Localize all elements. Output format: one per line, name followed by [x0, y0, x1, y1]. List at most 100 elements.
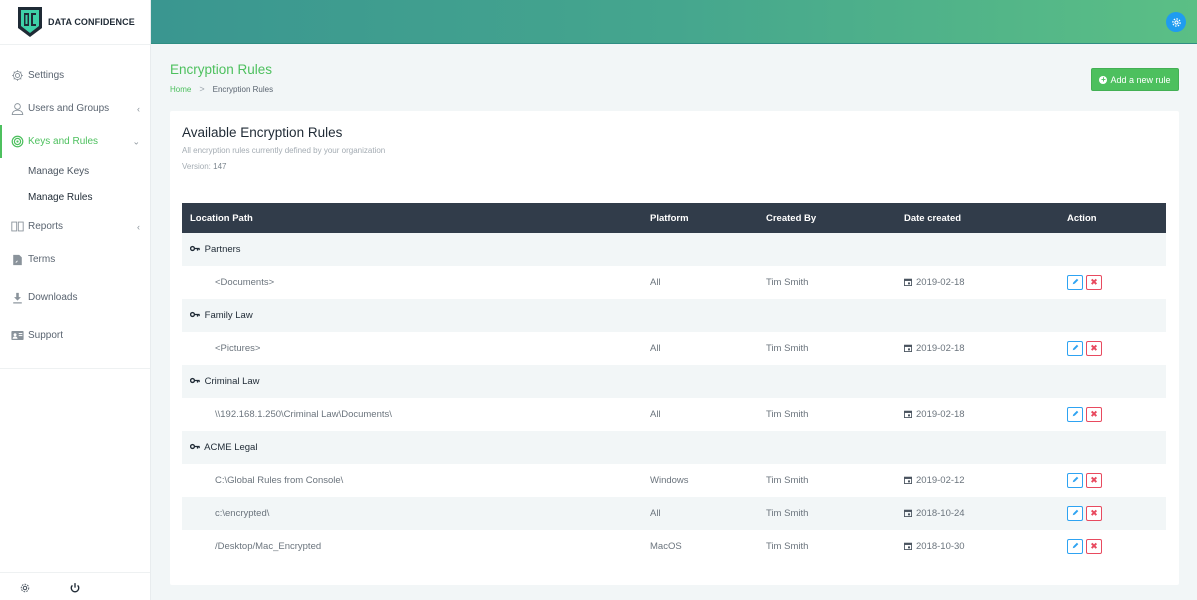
group-cell: ACME Legal: [182, 431, 1166, 464]
cell-platform: All: [650, 508, 661, 519]
gear-icon: [11, 69, 24, 82]
edit-rule-button[interactable]: [1067, 275, 1083, 290]
version-info: Version: 147: [182, 162, 227, 171]
table-row: c:\encrypted\ All Tim Smith 2018-10-24 ✖: [182, 497, 1166, 530]
cell-created-by: Tim Smith: [766, 508, 809, 519]
footer-logout-button[interactable]: [68, 581, 82, 595]
settings-button[interactable]: [1166, 12, 1186, 32]
add-rule-button[interactable]: + Add a new rule: [1091, 68, 1179, 91]
delete-rule-button[interactable]: ✖: [1086, 275, 1102, 290]
sidebar-item-support[interactable]: Support: [0, 319, 150, 352]
pencil-icon: [1072, 409, 1079, 420]
table-row: /Desktop/Mac_Encrypted MacOS Tim Smith 2…: [182, 530, 1166, 563]
column-header-platform[interactable]: Platform: [642, 203, 758, 233]
rules-table-body: Partners <Documents> All Tim Smith 2019-…: [182, 233, 1166, 563]
group-row: Family Law: [182, 299, 1166, 332]
key-icon: [189, 442, 200, 453]
sidebar-item-keys-and-rules[interactable]: Keys and Rules ⌄: [0, 125, 150, 158]
cell-platform: Windows: [650, 475, 689, 486]
date-value: 2019-02-18: [916, 342, 965, 354]
page-title: Encryption Rules: [170, 62, 273, 77]
sidebar-subitem-manage-keys[interactable]: Manage Keys: [0, 158, 150, 184]
group-name: Family Law: [204, 310, 253, 321]
user-icon: [11, 102, 24, 115]
cell-date-created: 2019-02-18: [896, 332, 1059, 365]
version-value: 147: [213, 162, 227, 171]
column-header-created-by[interactable]: Created By: [758, 203, 896, 233]
breadcrumb-home-link[interactable]: Home: [170, 85, 191, 94]
delete-rule-button[interactable]: ✖: [1086, 473, 1102, 488]
target-icon: [11, 135, 24, 148]
cell-platform: All: [650, 409, 661, 420]
sidebar-item-label: Keys and Rules: [28, 136, 99, 147]
gear-icon: [20, 583, 30, 593]
cell-action: ✖: [1059, 530, 1166, 563]
date-value: 2019-02-18: [916, 276, 965, 288]
sidebar-item-downloads[interactable]: Downloads: [0, 281, 150, 314]
column-header-date-created[interactable]: Date created: [896, 203, 1059, 233]
close-icon: ✖: [1090, 508, 1098, 518]
rules-card: Available Encryption Rules All encryptio…: [170, 111, 1179, 585]
pencil-icon: [1072, 508, 1079, 519]
cell-location-path: c:\encrypted\: [215, 508, 270, 519]
group-cell: Criminal Law: [182, 365, 1166, 398]
sidebar-divider: [0, 368, 150, 369]
close-icon: ✖: [1090, 541, 1098, 551]
id-card-icon: [11, 329, 24, 342]
edit-rule-button[interactable]: [1067, 407, 1083, 422]
delete-rule-button[interactable]: ✖: [1086, 341, 1102, 356]
close-icon: ✖: [1090, 277, 1098, 287]
sidebar-item-label: Users and Groups: [28, 103, 110, 114]
calendar-icon: [903, 509, 913, 520]
column-header-location-path[interactable]: Location Path: [182, 203, 642, 233]
sidebar: DATA CONFIDENCE Settings Users and Group…: [0, 0, 151, 600]
chevron-down-icon: ⌄: [132, 136, 140, 146]
sidebar-subitem-label: Manage Rules: [28, 191, 93, 203]
cell-date-created: 2019-02-18: [896, 266, 1059, 299]
edit-rule-button[interactable]: [1067, 473, 1083, 488]
sidebar-item-label: Support: [28, 330, 64, 341]
pencil-icon: [1072, 475, 1079, 486]
sidebar-footer: [0, 572, 150, 600]
delete-rule-button[interactable]: ✖: [1086, 539, 1102, 554]
edit-rule-button[interactable]: [1067, 506, 1083, 521]
close-icon: ✖: [1090, 475, 1098, 485]
chevron-left-icon: ‹: [137, 103, 140, 114]
date-value: 2019-02-18: [916, 408, 965, 420]
cell-created-by: Tim Smith: [766, 475, 809, 486]
edit-rule-button[interactable]: [1067, 539, 1083, 554]
calendar-icon: [903, 410, 913, 421]
add-rule-label: Add a new rule: [1110, 74, 1171, 85]
power-icon: [70, 583, 80, 593]
table-row: \\192.168.1.250\Criminal Law\Documents\ …: [182, 398, 1166, 431]
delete-rule-button[interactable]: ✖: [1086, 506, 1102, 521]
sidebar-item-users-and-groups[interactable]: Users and Groups ‹: [0, 92, 150, 125]
top-bar: [151, 0, 1197, 44]
logo-shield-icon: [18, 7, 42, 37]
card-subtitle: All encryption rules currently defined b…: [182, 146, 386, 155]
breadcrumb: Home > Encryption Rules: [170, 84, 273, 94]
cell-action: ✖: [1059, 332, 1166, 365]
sidebar-item-reports[interactable]: Reports ‹: [0, 210, 150, 243]
table-row: <Pictures> All Tim Smith 2019-02-18 ✖: [182, 332, 1166, 365]
sidebar-item-terms[interactable]: Terms: [0, 243, 150, 276]
footer-settings-button[interactable]: [18, 581, 32, 595]
cell-platform: All: [650, 343, 661, 354]
cell-date-created: 2018-10-24: [896, 497, 1059, 530]
document-icon: [11, 253, 24, 266]
calendar-icon: [903, 278, 913, 289]
rules-table: Location Path Platform Created By Date c…: [182, 203, 1166, 563]
delete-rule-button[interactable]: ✖: [1086, 407, 1102, 422]
edit-rule-button[interactable]: [1067, 341, 1083, 356]
close-icon: ✖: [1090, 343, 1098, 353]
cell-created-by: Tim Smith: [766, 277, 809, 288]
sidebar-subitem-label: Manage Keys: [28, 165, 90, 177]
sidebar-item-settings[interactable]: Settings: [0, 59, 150, 92]
sidebar-subitem-manage-rules[interactable]: Manage Rules: [0, 184, 150, 210]
group-cell: Family Law: [182, 299, 1166, 332]
sidebar-item-label: Downloads: [28, 292, 78, 303]
group-row: Criminal Law: [182, 365, 1166, 398]
date-value: 2018-10-24: [916, 507, 965, 519]
key-icon: [189, 310, 200, 321]
group-name: Criminal Law: [204, 376, 260, 387]
